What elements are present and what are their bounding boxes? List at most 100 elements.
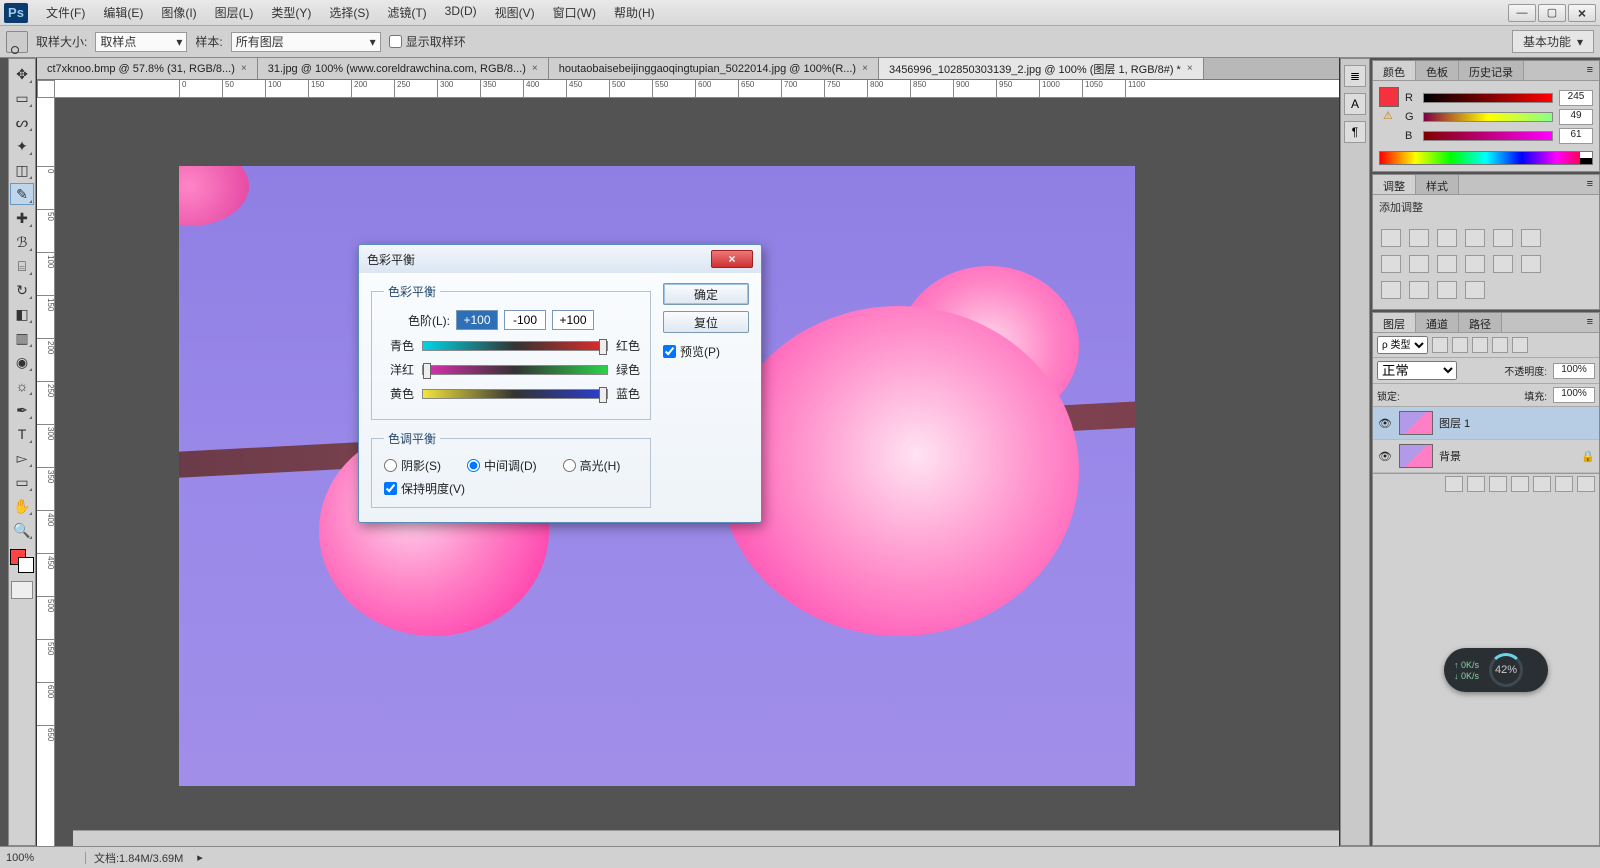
layer-thumbnail[interactable] (1399, 444, 1433, 468)
zoom-level[interactable]: 100% (0, 852, 86, 864)
menu-select[interactable]: 选择(S) (321, 1, 377, 24)
menu-3d[interactable]: 3D(D) (437, 1, 485, 24)
tool-rectangle[interactable]: ▭ (10, 471, 34, 493)
quickmask-toggle[interactable] (11, 581, 33, 599)
magenta-green-slider[interactable] (422, 365, 608, 375)
character-icon[interactable]: A (1344, 93, 1366, 115)
doc-tab-0[interactable]: ct7xknoo.bmp @ 57.8% (31, RGB/8...)× (37, 58, 258, 79)
menu-type[interactable]: 类型(Y) (263, 1, 319, 24)
tab-swatches[interactable]: 色板 (1416, 61, 1459, 80)
tool-lasso[interactable]: ᔕ (10, 111, 34, 133)
show-sample-ring-input[interactable] (389, 35, 402, 48)
adj-selective-icon[interactable] (1465, 281, 1485, 299)
tool-history-brush[interactable]: ↻ (10, 279, 34, 301)
preserve-luminosity-checkbox[interactable]: 保持明度(V) (384, 480, 640, 497)
adj-levels-icon[interactable] (1409, 229, 1429, 247)
close-icon[interactable]: × (532, 63, 538, 74)
adj-photo-filter-icon[interactable] (1437, 255, 1457, 273)
adj-brightness-icon[interactable] (1381, 229, 1401, 247)
horizontal-scrollbar[interactable] (73, 830, 1339, 846)
doc-tab-3[interactable]: 3456996_102850303139_2.jpg @ 100% (图层 1,… (879, 58, 1204, 79)
tool-pen[interactable]: ✒ (10, 399, 34, 421)
new-layer-icon[interactable] (1555, 476, 1573, 492)
tool-blur[interactable]: ◉ (10, 351, 34, 373)
sample-layers-select[interactable]: 所有图层▾ (231, 32, 381, 52)
adj-lookup-icon[interactable] (1493, 255, 1513, 273)
shadows-radio[interactable]: 阴影(S) (384, 457, 441, 474)
close-icon[interactable]: × (862, 63, 868, 74)
tool-gradient[interactable]: ▥ (10, 327, 34, 349)
adj-curves-icon[interactable] (1437, 229, 1457, 247)
tab-color[interactable]: 颜色 (1373, 61, 1416, 80)
ok-button[interactable]: 确定 (663, 283, 749, 305)
close-button[interactable]: × (1568, 4, 1596, 22)
opacity-value[interactable]: 100% (1553, 363, 1595, 379)
panel-menu-icon[interactable]: ≡ (1581, 61, 1599, 80)
paragraph-icon[interactable]: ¶ (1344, 121, 1366, 143)
ruler-horizontal[interactable]: 0501001502002503003504004505005506006507… (55, 80, 1339, 98)
tool-brush[interactable]: ℬ (10, 231, 34, 253)
background-color[interactable] (18, 557, 34, 573)
tool-eraser[interactable]: ◧ (10, 303, 34, 325)
menu-view[interactable]: 视图(V) (487, 1, 543, 24)
tab-styles[interactable]: 样式 (1416, 175, 1459, 194)
adj-gradientmap-icon[interactable] (1437, 281, 1457, 299)
filter-adjust-icon[interactable] (1452, 337, 1468, 353)
layer-name[interactable]: 背景 (1439, 448, 1575, 464)
menu-layer[interactable]: 图层(L) (207, 1, 262, 24)
adj-cb-icon[interactable] (1381, 255, 1401, 273)
chevron-right-icon[interactable]: ▸ (197, 851, 203, 864)
filter-shape-icon[interactable] (1492, 337, 1508, 353)
tab-paths[interactable]: 路径 (1459, 313, 1502, 332)
tool-dodge[interactable]: ☼ (10, 375, 34, 397)
midtones-radio[interactable]: 中间调(D) (467, 457, 537, 474)
layer-row[interactable]: 👁 图层 1 (1373, 407, 1599, 440)
b-value[interactable]: 61 (1559, 128, 1593, 144)
doc-tab-1[interactable]: 31.jpg @ 100% (www.coreldrawchina.com, R… (258, 58, 549, 79)
tool-stamp[interactable]: ⌸ (10, 255, 34, 277)
eyedropper-icon[interactable] (6, 31, 28, 53)
adj-threshold-icon[interactable] (1409, 281, 1429, 299)
menu-file[interactable]: 文件(F) (38, 1, 93, 24)
tab-adjustments[interactable]: 调整 (1373, 175, 1416, 194)
cyan-red-slider[interactable] (422, 341, 608, 351)
adjustment-layer-icon[interactable] (1511, 476, 1529, 492)
gamut-warning-icon[interactable]: ⚠ (1383, 109, 1395, 121)
tool-crop[interactable]: ◫ (10, 159, 34, 181)
maximize-button[interactable]: ▢ (1538, 4, 1566, 22)
fx-icon[interactable] (1467, 476, 1485, 492)
adj-exposure-icon[interactable] (1465, 229, 1485, 247)
doc-tab-2[interactable]: houtaobaisebeijinggaoqingtupian_5022014.… (549, 58, 879, 79)
highlights-radio[interactable]: 高光(H) (563, 457, 621, 474)
adj-channel-mixer-icon[interactable] (1465, 255, 1485, 273)
adj-vibrance-icon[interactable] (1493, 229, 1513, 247)
visibility-toggle[interactable]: 👁 (1377, 450, 1393, 463)
tool-eyedropper[interactable]: ✎ (10, 183, 34, 205)
r-slider[interactable] (1423, 93, 1553, 103)
dialog-close-button[interactable]: × (711, 250, 753, 268)
tab-history[interactable]: 历史记录 (1459, 61, 1524, 80)
level-magenta-green-input[interactable] (504, 310, 546, 330)
filter-pixel-icon[interactable] (1432, 337, 1448, 353)
level-cyan-red-input[interactable] (456, 310, 498, 330)
dialog-titlebar[interactable]: 色彩平衡 × (359, 245, 761, 273)
reset-button[interactable]: 复位 (663, 311, 749, 333)
workspace-switcher[interactable]: 基本功能 ▾ (1512, 30, 1594, 53)
delete-icon[interactable] (1577, 476, 1595, 492)
mask-icon[interactable] (1489, 476, 1507, 492)
g-value[interactable]: 49 (1559, 109, 1593, 125)
color-swatches[interactable] (10, 549, 34, 573)
menu-help[interactable]: 帮助(H) (606, 1, 663, 24)
tool-marquee[interactable]: ▭ (10, 87, 34, 109)
blend-mode-select[interactable]: 正常 (1377, 361, 1457, 380)
layer-name[interactable]: 图层 1 (1439, 415, 1595, 431)
doc-info[interactable]: 文档:1.84M/3.69M (86, 850, 191, 866)
tab-layers[interactable]: 图层 (1373, 313, 1416, 332)
tool-zoom[interactable]: 🔍 (10, 519, 34, 541)
tool-move[interactable]: ✥ (10, 63, 34, 85)
minimize-button[interactable]: — (1508, 4, 1536, 22)
filter-smart-icon[interactable] (1512, 337, 1528, 353)
sample-size-select[interactable]: 取样点▾ (95, 32, 187, 52)
menu-window[interactable]: 窗口(W) (545, 1, 604, 24)
close-icon[interactable]: × (241, 63, 247, 74)
